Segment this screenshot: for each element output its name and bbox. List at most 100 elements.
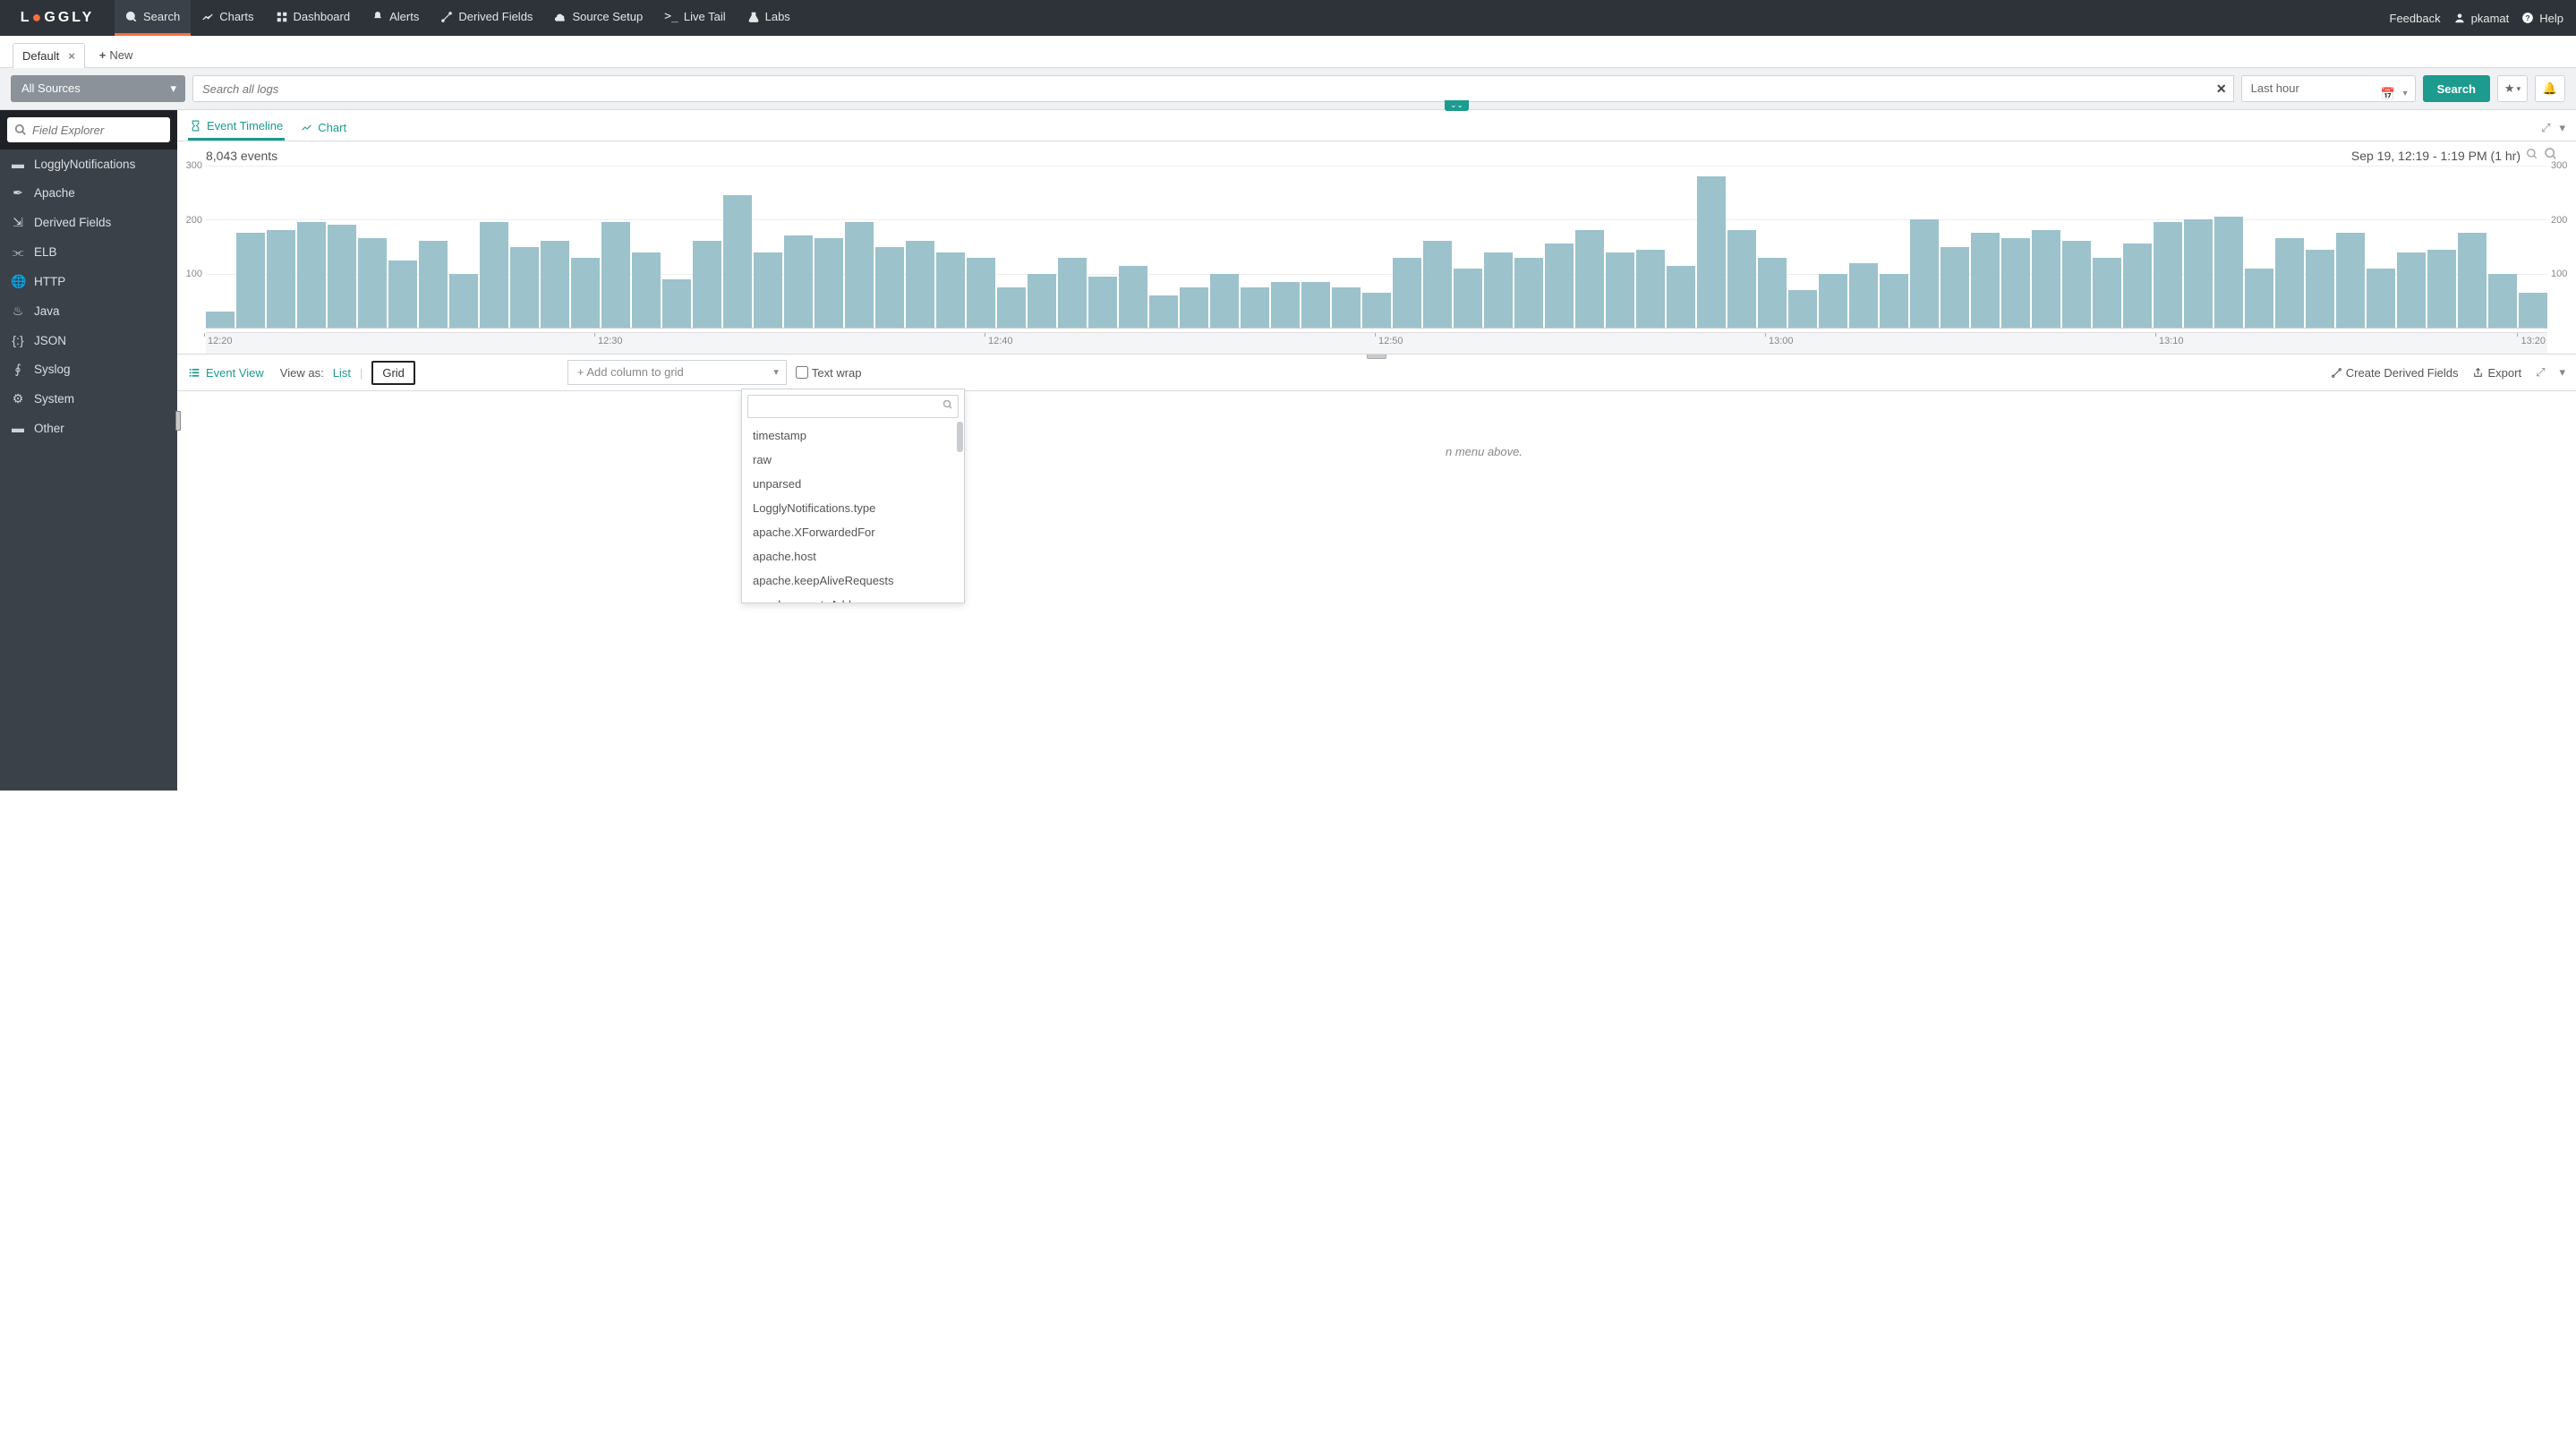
- bar[interactable]: [541, 241, 569, 328]
- chevron-down-icon[interactable]: ▾: [2559, 365, 2565, 380]
- sidebar-item-http[interactable]: 🌐HTTP: [0, 267, 177, 296]
- sidebar-item-system[interactable]: ⚙System: [0, 384, 177, 414]
- bar[interactable]: [1058, 258, 1087, 328]
- bar[interactable]: [2062, 241, 2091, 328]
- bar[interactable]: [1393, 258, 1421, 328]
- bar[interactable]: [875, 247, 904, 329]
- sidebar-item-java[interactable]: ♨Java: [0, 296, 177, 326]
- user-menu[interactable]: pkamat: [2453, 12, 2510, 25]
- bar[interactable]: [967, 258, 995, 328]
- bar[interactable]: [997, 287, 1026, 328]
- dropdown-item[interactable]: apache.keepAliveRequests: [742, 568, 964, 593]
- search-input[interactable]: [192, 75, 2234, 102]
- nav-alerts[interactable]: Alerts: [361, 0, 430, 36]
- bar[interactable]: [1880, 274, 1908, 328]
- bar[interactable]: [2488, 274, 2517, 328]
- bar[interactable]: [2001, 238, 2030, 328]
- bar[interactable]: [1575, 230, 1604, 328]
- bar[interactable]: [480, 222, 508, 328]
- zoom-in-icon[interactable]: [2526, 148, 2538, 163]
- bar[interactable]: [1667, 266, 1695, 328]
- bar[interactable]: [2519, 293, 2547, 328]
- timerange-select[interactable]: Last hour 📅 ▾: [2241, 75, 2416, 102]
- bar[interactable]: [2093, 258, 2121, 328]
- brand-logo[interactable]: L●GGLY: [0, 0, 115, 36]
- view-list-button[interactable]: List: [333, 366, 351, 380]
- bar[interactable]: [388, 261, 417, 328]
- text-wrap-checkbox[interactable]: Text wrap: [796, 366, 862, 380]
- nav-source-setup[interactable]: Source Setup: [543, 0, 653, 36]
- bar[interactable]: [1088, 277, 1117, 328]
- bar[interactable]: [2214, 217, 2243, 328]
- bar[interactable]: [1362, 293, 1391, 328]
- dropdown-item[interactable]: apache.XForwardedFor: [742, 520, 964, 544]
- bar[interactable]: [2245, 269, 2273, 328]
- sidebar-item-elb[interactable]: ⫘ELB: [0, 237, 177, 267]
- view-grid-button[interactable]: Grid: [371, 361, 415, 385]
- nav-derived-fields[interactable]: Derived Fields: [430, 0, 543, 36]
- bar[interactable]: [328, 225, 356, 328]
- bar[interactable]: [906, 241, 934, 328]
- bar[interactable]: [2184, 219, 2213, 328]
- bar[interactable]: [1301, 282, 1330, 328]
- bar[interactable]: [571, 258, 600, 328]
- bar[interactable]: [1971, 233, 2000, 328]
- source-select[interactable]: All Sources: [11, 75, 185, 102]
- bar[interactable]: [632, 252, 661, 328]
- bar[interactable]: [2427, 250, 2456, 328]
- create-derived-fields-button[interactable]: Create Derived Fields: [2331, 366, 2459, 380]
- bar[interactable]: [1119, 266, 1147, 328]
- bar[interactable]: [206, 312, 235, 328]
- add-column-select[interactable]: + Add column to grid: [567, 360, 787, 385]
- bar[interactable]: [2275, 238, 2304, 328]
- bar[interactable]: [1180, 287, 1208, 328]
- bar[interactable]: [1727, 230, 1756, 328]
- bar[interactable]: [1941, 247, 1969, 329]
- bar[interactable]: [1271, 282, 1300, 328]
- bar[interactable]: [358, 238, 387, 328]
- bar[interactable]: [1788, 290, 1817, 328]
- bar[interactable]: [936, 252, 965, 328]
- bar[interactable]: [1210, 274, 1239, 328]
- bar[interactable]: [1545, 244, 1574, 328]
- new-tab-button[interactable]: + New: [90, 43, 142, 67]
- expand-icon[interactable]: ⤢: [2541, 121, 2550, 135]
- bar[interactable]: [662, 279, 691, 328]
- nav-live-tail[interactable]: >_ Live Tail: [653, 0, 736, 36]
- bar[interactable]: [449, 274, 478, 328]
- bar[interactable]: [297, 222, 326, 328]
- bar[interactable]: [1697, 176, 1726, 328]
- sidebar-item-apache[interactable]: ✒Apache: [0, 178, 177, 208]
- nav-search[interactable]: Search: [115, 0, 191, 36]
- sidebar-item-syslog[interactable]: ∮Syslog: [0, 355, 177, 384]
- clear-icon[interactable]: ✕: [2216, 75, 2227, 102]
- tab-event-timeline[interactable]: Event Timeline: [188, 115, 285, 141]
- bar[interactable]: [2336, 233, 2365, 328]
- chart-plot[interactable]: [206, 166, 2547, 329]
- tab-default[interactable]: Default ×: [13, 43, 85, 68]
- bar[interactable]: [1849, 263, 1878, 328]
- bar[interactable]: [1484, 252, 1513, 328]
- bar[interactable]: [236, 233, 265, 328]
- bar[interactable]: [723, 195, 752, 328]
- bar[interactable]: [1910, 219, 1939, 328]
- sidebar-item-json[interactable]: {:}JSON: [0, 326, 177, 355]
- bar[interactable]: [510, 247, 539, 329]
- search-button[interactable]: Search: [2423, 75, 2490, 102]
- bar[interactable]: [1758, 258, 1787, 328]
- bar[interactable]: [419, 241, 448, 328]
- bar[interactable]: [784, 235, 813, 328]
- dropdown-item[interactable]: raw: [742, 448, 964, 472]
- bar[interactable]: [2123, 244, 2152, 328]
- sidebar-item-other[interactable]: ▬Other: [0, 414, 177, 442]
- tab-chart[interactable]: Chart: [299, 117, 348, 140]
- bar[interactable]: [1028, 274, 1056, 328]
- bar[interactable]: [601, 222, 630, 328]
- bar[interactable]: [754, 252, 782, 328]
- bar[interactable]: [1636, 250, 1665, 328]
- bar[interactable]: [1514, 258, 1543, 328]
- export-button[interactable]: Export: [2472, 366, 2521, 380]
- dropdown-item[interactable]: LogglyNotifications.type: [742, 496, 964, 520]
- dropdown-item[interactable]: apache.remoteAddr: [742, 593, 964, 603]
- help-link[interactable]: ? Help: [2521, 12, 2563, 25]
